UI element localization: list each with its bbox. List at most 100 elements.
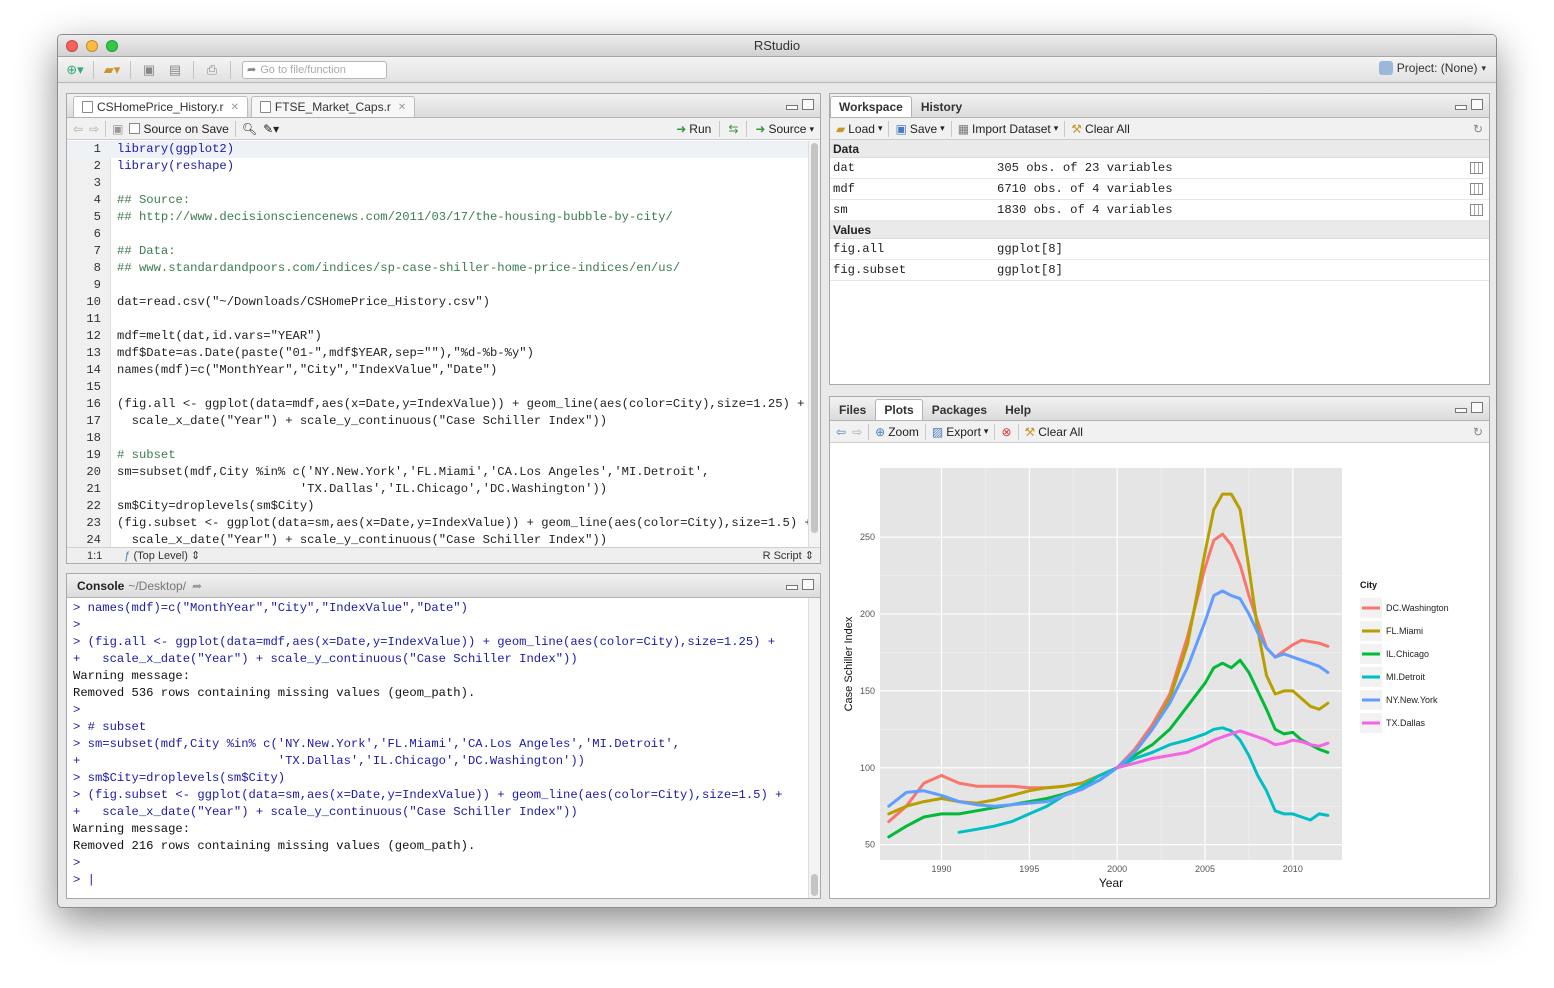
- view-data-icon[interactable]: [1470, 162, 1483, 174]
- new-file-icon[interactable]: ⊕▾: [64, 60, 86, 80]
- back-icon[interactable]: ⇦: [73, 122, 83, 136]
- tab-packages[interactable]: Packages: [923, 399, 996, 420]
- close-window-button[interactable]: [66, 40, 78, 52]
- code-line[interactable]: 7 ## Data:: [67, 243, 808, 260]
- workspace-row[interactable]: fig.subset ggplot[8]: [830, 260, 1489, 281]
- code-line[interactable]: 4 ## Source:: [67, 192, 808, 209]
- workspace-row[interactable]: dat 305 obs. of 23 variables: [830, 158, 1489, 179]
- forward-icon[interactable]: ⇨: [89, 122, 99, 136]
- workspace-row[interactable]: fig.all ggplot[8]: [830, 239, 1489, 260]
- link-arrow-icon[interactable]: ➦: [192, 579, 202, 593]
- import-dataset-button[interactable]: ▦ Import Dataset ▾: [958, 122, 1059, 136]
- chevron-down-icon: ▾: [809, 123, 814, 134]
- code-line[interactable]: 23 (fig.subset <- ggplot(data=sm,aes(x=Da…: [67, 515, 808, 532]
- code-line[interactable]: 22 sm$City=droplevels(sm$City): [67, 498, 808, 515]
- code-line[interactable]: 8 ## www.standardandpoors.com/indices/sp-…: [67, 260, 808, 277]
- editor-scrollbar[interactable]: [808, 141, 820, 547]
- code-line[interactable]: 1 library(ggplot2): [67, 141, 808, 158]
- scrollbar-thumb[interactable]: [811, 874, 818, 896]
- x-tick-label: 2005: [1195, 864, 1215, 874]
- maximize-pane-button[interactable]: [802, 99, 814, 110]
- scope-selector[interactable]: ƒ (Top Level) ⇕: [124, 549, 200, 562]
- maximize-pane-button[interactable]: [1471, 402, 1483, 413]
- code-line[interactable]: 24 scale_x_date("Year") + scale_y_contin…: [67, 532, 808, 547]
- project-menu[interactable]: Project: (None) ▾: [1378, 61, 1486, 75]
- legend-label: TX.Dallas: [1386, 718, 1426, 728]
- code-line[interactable]: 13 mdf$Date=as.Date(paste("01-",mdf$YEAR,…: [67, 345, 808, 362]
- table-icon: ▦: [957, 121, 970, 136]
- tab-files[interactable]: Files: [830, 399, 875, 420]
- tab-cshomeprice[interactable]: CSHomePrice_History.r ✕: [73, 96, 248, 117]
- remove-plot-icon[interactable]: ⊗: [1001, 425, 1011, 439]
- code-line[interactable]: 21 'TX.Dallas','IL.Chicago','DC.Washingt…: [67, 481, 808, 498]
- minimize-pane-button[interactable]: [786, 585, 798, 590]
- tab-workspace[interactable]: Workspace: [830, 96, 912, 117]
- save-button[interactable]: ▣ Save ▾: [895, 122, 944, 136]
- tab-history[interactable]: History: [912, 96, 971, 117]
- code-line[interactable]: 2 library(reshape): [67, 158, 808, 175]
- minimize-pane-button[interactable]: [786, 105, 798, 110]
- view-data-icon[interactable]: [1470, 204, 1483, 216]
- print-icon[interactable]: ⎙: [201, 60, 223, 80]
- console-scrollbar[interactable]: [808, 598, 820, 898]
- function-icon: ƒ: [124, 550, 131, 562]
- next-plot-icon[interactable]: ⇨: [852, 425, 862, 439]
- view-data-icon[interactable]: [1470, 183, 1483, 195]
- close-tab-icon[interactable]: ✕: [230, 102, 238, 113]
- workspace-row[interactable]: sm 1830 obs. of 4 variables: [830, 200, 1489, 221]
- close-tab-icon[interactable]: ✕: [398, 102, 406, 113]
- refresh-icon[interactable]: ↻: [1473, 122, 1483, 136]
- magic-wand-icon[interactable]: ✎▾: [263, 122, 279, 136]
- clear-plots-label: Clear All: [1038, 424, 1083, 439]
- maximize-pane-button[interactable]: [1471, 99, 1483, 110]
- search-icon[interactable]: 🔍︎: [242, 122, 257, 136]
- scrollbar-thumb[interactable]: [811, 143, 818, 533]
- code-line[interactable]: 18: [67, 430, 808, 447]
- code-editor[interactable]: 1 library(ggplot2) 2 library(reshape) 3 4 ## S…: [67, 141, 808, 547]
- minimize-window-button[interactable]: [86, 40, 98, 52]
- file-type-selector[interactable]: R Script ⇕: [763, 549, 814, 562]
- save-icon[interactable]: ▣: [112, 122, 123, 136]
- save-all-icon[interactable]: ▤: [164, 60, 186, 80]
- save-icon[interactable]: ▣: [138, 60, 160, 80]
- code-line[interactable]: 16 (fig.all <- ggplot(data=mdf,aes(x=Date…: [67, 396, 808, 413]
- workspace-row[interactable]: mdf 6710 obs. of 4 variables: [830, 179, 1489, 200]
- code-line[interactable]: 20 sm=subset(mdf,City %in% c('NY.New.York…: [67, 464, 808, 481]
- code-line[interactable]: 10 dat=read.csv("~/Downloads/CSHomePrice_…: [67, 294, 808, 311]
- code-line[interactable]: 19 # subset: [67, 447, 808, 464]
- clear-all-button[interactable]: ⚒ Clear All: [1071, 122, 1129, 136]
- code-line[interactable]: 3: [67, 175, 808, 192]
- source-button[interactable]: ➜ Source ▾: [755, 122, 814, 136]
- clear-plots-button[interactable]: ⚒ Clear All: [1025, 425, 1083, 439]
- broom-icon: ⚒: [1024, 424, 1036, 439]
- export-button[interactable]: ▨ Export ▾: [932, 425, 989, 439]
- console-input-line: > (fig.all <- ggplot(data=mdf,aes(x=Date…: [73, 635, 776, 649]
- maximize-pane-button[interactable]: [802, 579, 814, 590]
- tab-help[interactable]: Help: [996, 399, 1040, 420]
- code-line[interactable]: 5 ## http://www.decisionsciencenews.com/2…: [67, 209, 808, 226]
- code-line[interactable]: 12 mdf=melt(dat,id.vars="YEAR"): [67, 328, 808, 345]
- rerun-icon[interactable]: ⇆: [728, 122, 738, 136]
- zoom-window-button[interactable]: [106, 40, 118, 52]
- tab-plots[interactable]: Plots: [875, 399, 923, 420]
- console-input-line: + scale_x_date("Year") + scale_y_continu…: [73, 805, 578, 819]
- minimize-pane-button[interactable]: [1455, 408, 1467, 413]
- code-line[interactable]: 17 scale_x_date("Year") + scale_y_contin…: [67, 413, 808, 430]
- toolbar-divider: [130, 60, 131, 79]
- previous-plot-icon[interactable]: ⇦: [836, 425, 846, 439]
- refresh-icon[interactable]: ↻: [1473, 425, 1483, 439]
- run-button[interactable]: ➜ Run: [676, 122, 711, 136]
- minimize-pane-button[interactable]: [1455, 105, 1467, 110]
- source-on-save-checkbox[interactable]: Source on Save: [129, 122, 229, 136]
- tab-ftse[interactable]: FTSE_Market_Caps.r ✕: [250, 96, 416, 117]
- zoom-button[interactable]: ⊕ Zoom: [875, 425, 919, 439]
- code-line[interactable]: 15: [67, 379, 808, 396]
- code-line[interactable]: 11: [67, 311, 808, 328]
- open-folder-icon[interactable]: ▰▾: [101, 60, 123, 80]
- code-line[interactable]: 14 names(mdf)=c("MonthYear","City","Index…: [67, 362, 808, 379]
- goto-file-input[interactable]: ➦ Go to file/function: [242, 60, 387, 79]
- load-button[interactable]: ▰ Load ▾: [836, 122, 882, 136]
- code-line[interactable]: 6: [67, 226, 808, 243]
- console-output[interactable]: > names(mdf)=c("MonthYear","City","Index…: [67, 598, 808, 898]
- code-line[interactable]: 9: [67, 277, 808, 294]
